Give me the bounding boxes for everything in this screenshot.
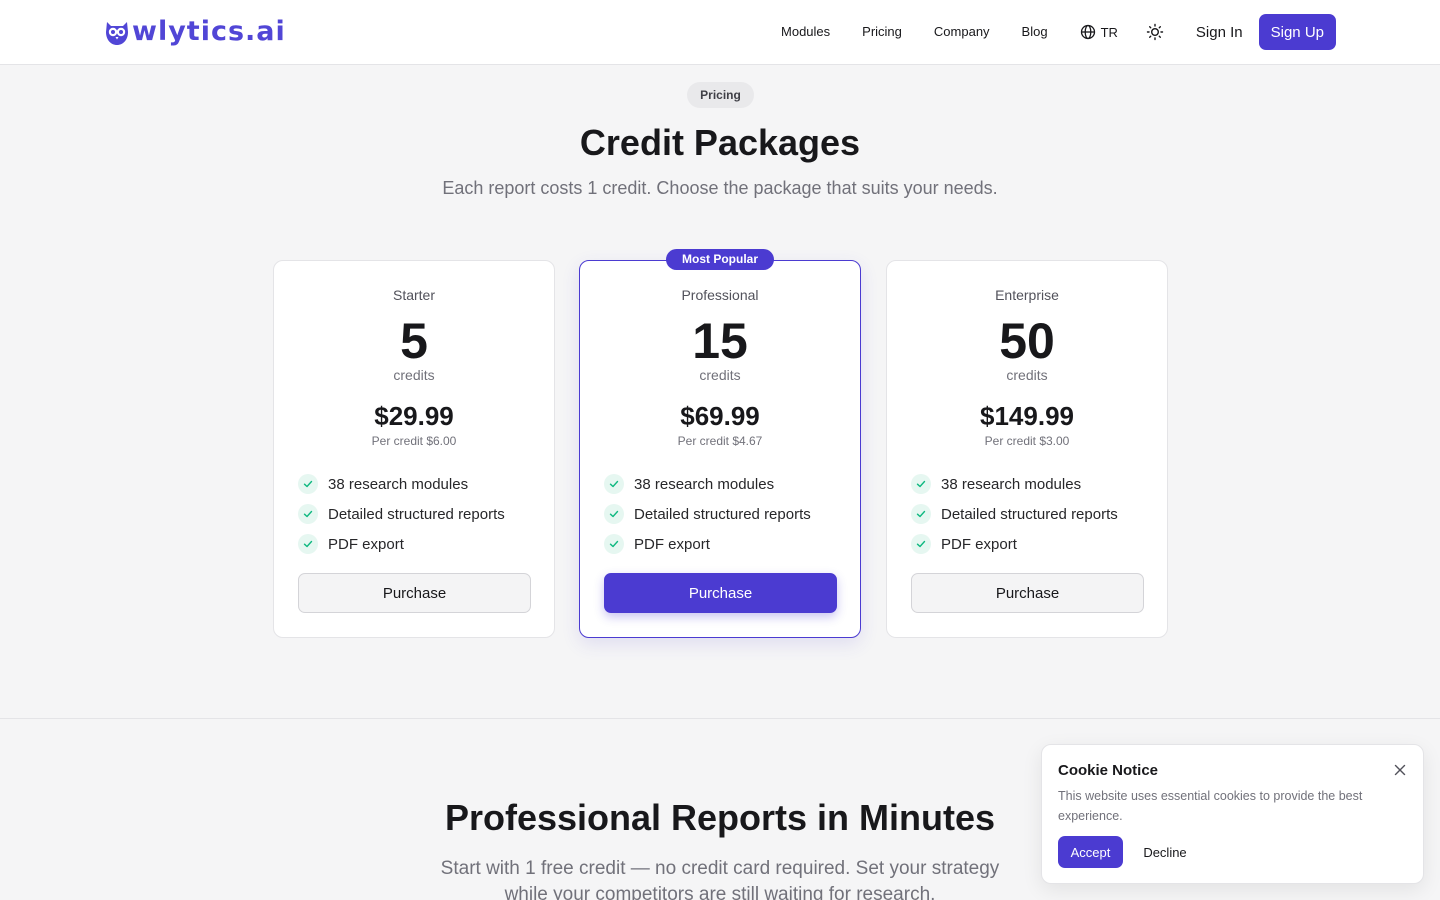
- credit-unit: credits: [699, 367, 741, 383]
- per-credit-price: Per credit $3.00: [984, 434, 1070, 448]
- logo-text: wlytics.ai: [132, 16, 286, 47]
- feature-label: PDF export: [941, 535, 1017, 553]
- nav-pricing[interactable]: Pricing: [862, 14, 902, 50]
- feature-label: Detailed structured reports: [328, 505, 505, 523]
- feature-item: Detailed structured reports: [911, 499, 1118, 529]
- plan-name: Professional: [681, 287, 759, 303]
- cookie-text: This website uses essential cookies to p…: [1058, 789, 1363, 823]
- owl-icon: [106, 22, 128, 45]
- credit-count: 50: [999, 313, 1055, 369]
- cookie-notice: Cookie Notice This website uses essentia…: [1041, 744, 1424, 884]
- feature-item: PDF export: [604, 529, 811, 559]
- most-popular-badge: Most Popular: [665, 249, 775, 270]
- feature-label: PDF export: [634, 535, 710, 553]
- feature-list: 38 research modules Detailed structured …: [604, 469, 811, 559]
- check-icon: [604, 474, 624, 494]
- feature-item: PDF export: [298, 529, 505, 559]
- plan-name: Enterprise: [995, 287, 1059, 303]
- purchase-button-professional[interactable]: Purchase: [604, 573, 837, 613]
- package-card-enterprise: Enterprise 50 credits $149.99 Per credit…: [886, 260, 1168, 638]
- plan-name: Starter: [392, 287, 435, 303]
- credit-unit: credits: [1006, 367, 1048, 383]
- feature-label: 38 research modules: [634, 475, 775, 493]
- feature-item: 38 research modules: [911, 469, 1118, 499]
- page-subtitle: Each report costs 1 credit. Choose the p…: [442, 178, 998, 198]
- package-card-professional: Most Popular Professional 15 credits $69…: [579, 249, 861, 638]
- check-icon: [911, 534, 931, 554]
- feature-list: 38 research modules Detailed structured …: [911, 469, 1118, 559]
- close-icon[interactable]: [1393, 763, 1407, 777]
- check-icon: [298, 534, 318, 554]
- per-credit-price: Per credit $6.00: [371, 434, 457, 448]
- credit-count: 15: [692, 313, 748, 369]
- check-icon: [604, 504, 624, 524]
- plan-price: $69.99: [680, 401, 760, 431]
- feature-item: 38 research modules: [298, 469, 505, 499]
- feature-item: 38 research modules: [604, 469, 811, 499]
- feature-label: 38 research modules: [941, 475, 1082, 493]
- feature-label: PDF export: [328, 535, 404, 553]
- nav-company[interactable]: Company: [934, 14, 990, 50]
- plan-price: $29.99: [374, 401, 454, 431]
- feature-item: PDF export: [911, 529, 1118, 559]
- check-icon: [298, 474, 318, 494]
- package-card-starter: Starter 5 credits $29.99 Per credit $6.0…: [273, 260, 555, 638]
- sign-up-button[interactable]: Sign Up: [1258, 14, 1336, 50]
- sun-icon: [1146, 23, 1164, 41]
- nav-blog[interactable]: Blog: [1022, 14, 1048, 50]
- per-credit-price: Per credit $4.67: [677, 434, 763, 448]
- feature-label: 38 research modules: [328, 475, 469, 493]
- section-pill: Pricing: [687, 82, 754, 108]
- credit-count: 5: [400, 313, 428, 369]
- check-icon: [298, 504, 318, 524]
- purchase-button-starter[interactable]: Purchase: [298, 573, 531, 613]
- nav-modules[interactable]: Modules: [781, 14, 830, 50]
- credit-unit: credits: [393, 367, 435, 383]
- feature-label: Detailed structured reports: [941, 505, 1118, 523]
- theme-toggle[interactable]: [1146, 23, 1164, 41]
- cookie-title: Cookie Notice: [1058, 762, 1159, 779]
- plan-price: $149.99: [980, 401, 1074, 431]
- feature-item: Detailed structured reports: [604, 499, 811, 529]
- feature-list: 38 research modules Detailed structured …: [298, 469, 505, 559]
- section-divider: [0, 718, 1440, 719]
- language-label: TR: [1100, 24, 1118, 40]
- feature-item: Detailed structured reports: [298, 499, 505, 529]
- feature-label: Detailed structured reports: [634, 505, 811, 523]
- purchase-button-enterprise[interactable]: Purchase: [911, 573, 1144, 613]
- sign-in-link[interactable]: Sign In: [1196, 24, 1243, 41]
- check-icon: [911, 504, 931, 524]
- section-subtitle: Start with 1 free credit — no credit car…: [440, 858, 1000, 900]
- check-icon: [604, 534, 624, 554]
- check-icon: [911, 474, 931, 494]
- site-header: wlytics.ai Modules Pricing Company Blog …: [0, 0, 1440, 65]
- language-switcher[interactable]: TR: [1080, 24, 1118, 40]
- main-nav: Modules Pricing Company Blog TR Sign In …: [781, 14, 1336, 50]
- decline-cookies-button[interactable]: Decline: [1135, 836, 1195, 868]
- logo[interactable]: wlytics.ai: [104, 14, 286, 50]
- globe-icon: [1080, 24, 1095, 40]
- accept-cookies-button[interactable]: Accept: [1058, 836, 1123, 868]
- page-title: Credit Packages: [579, 122, 861, 163]
